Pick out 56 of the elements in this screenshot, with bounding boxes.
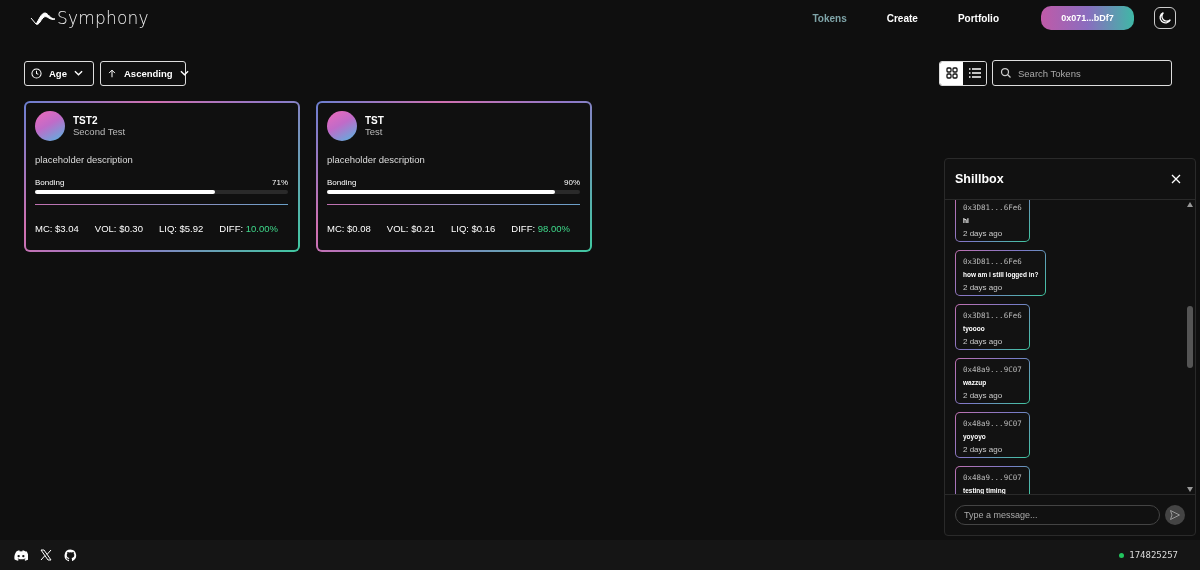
close-button[interactable] — [1169, 172, 1183, 186]
nav-link[interactable]: Tokens — [812, 12, 867, 24]
view-toggle-button[interactable] — [940, 61, 963, 85]
message-time: 2 days ago — [963, 229, 1004, 238]
token-symbol: TST — [365, 115, 384, 126]
message-input[interactable]: Type a message... — [955, 505, 1160, 525]
search-field[interactable]: Search Tokens — [992, 60, 1172, 86]
bonding-percent: 90% — [564, 178, 580, 187]
status-dot — [1119, 552, 1125, 558]
send-icon — [1169, 509, 1181, 521]
liquidity-stat: LIQ: $0.16 — [450, 223, 496, 234]
up-arrow-icon — [107, 67, 117, 79]
close-icon — [1171, 174, 1181, 184]
list-icon — [968, 68, 981, 78]
liquidity-stat: LIQ: $5.92 — [158, 223, 204, 234]
brand-name[interactable]: Symphony — [57, 8, 149, 28]
market-cap-stat: MC: $0.08 — [327, 223, 371, 234]
token-card[interactable]: TST2 Second Test placeholder description Bonding 71% MC: $3.04 VOL: $0.30 LIQ: $5.92 DIFF: 10.00% — [24, 101, 300, 252]
moon-icon — [1157, 10, 1173, 26]
bonding-label: Bonding — [35, 178, 65, 187]
token-card[interactable]: TST Test placeholder description Bonding 90% MC: $0.08 VOL: $0.21 LIQ: $0.16 DIFF: 98.00% — [316, 101, 592, 252]
diff-stat: DIFF: 98.00% — [511, 223, 570, 234]
message-time: 2 days ago — [963, 337, 1004, 346]
token-description: placeholder description — [327, 154, 426, 165]
message-time: 2 days ago — [963, 445, 1004, 454]
token-avatar — [327, 111, 357, 141]
token-name: Test — [365, 126, 384, 137]
caret-icon — [179, 70, 189, 76]
volume-stat: VOL: $0.21 — [386, 223, 435, 234]
x-logo-icon[interactable] — [40, 549, 52, 561]
theme-toggle-button[interactable] — [1154, 7, 1176, 29]
send-button[interactable] — [1165, 505, 1185, 525]
token-name: Second Test — [73, 126, 126, 137]
diff-stat: DIFF: 10.00% — [219, 223, 278, 234]
bonding-label: Bonding — [327, 178, 357, 187]
message-time: 2 days ago — [963, 283, 1004, 292]
wave-logo-icon — [30, 10, 56, 26]
panel-title: Shillbox — [955, 172, 1004, 186]
token-avatar — [35, 111, 65, 141]
nav-link[interactable]: Portfolio — [937, 12, 1019, 24]
sort-dropdown[interactable]: Ascending — [100, 60, 186, 86]
caret-icon — [73, 70, 83, 76]
block-number: 174825257 — [1129, 550, 1178, 560]
market-cap-stat: MC: $3.04 — [35, 223, 79, 234]
token-symbol: TST2 — [73, 115, 99, 126]
volume-stat: VOL: $0.30 — [94, 223, 143, 234]
discord-icon[interactable] — [14, 549, 28, 561]
grid-icon — [945, 67, 958, 79]
nav-link[interactable]: Create — [866, 12, 938, 24]
wallet-button[interactable]: 0x071...bDf7 — [1041, 6, 1134, 30]
token-description: placeholder description — [35, 154, 134, 165]
clock-icon — [31, 67, 42, 79]
message-time: 2 days ago — [963, 391, 1004, 400]
sort-dropdown[interactable]: Age — [24, 60, 94, 86]
bonding-percent: 71% — [272, 178, 288, 187]
github-icon[interactable] — [64, 548, 77, 562]
